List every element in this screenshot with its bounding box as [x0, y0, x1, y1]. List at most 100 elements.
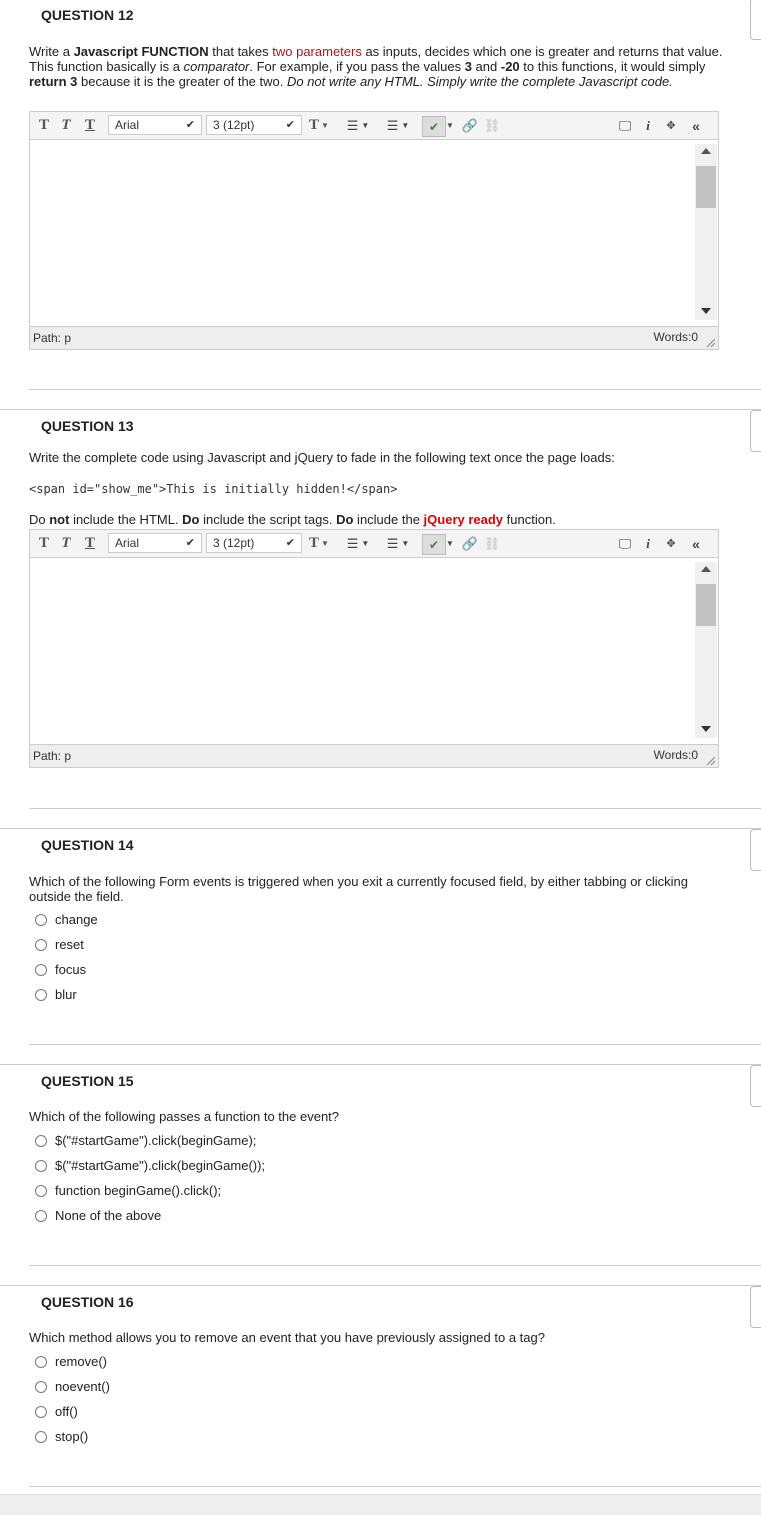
option-label: None of the above [55, 1208, 162, 1223]
option-label: focus [55, 962, 87, 977]
radio-button[interactable] [35, 1430, 47, 1443]
chevron-down-icon: ✔ [285, 119, 295, 131]
option-stop[interactable]: stop() [35, 1429, 88, 1444]
link-icon[interactable]: 🔗 [462, 534, 478, 553]
option-a[interactable]: $("#startGame").click(beginGame); [35, 1133, 256, 1148]
editor-statusbar: Path: p Words:0 [30, 326, 718, 349]
option-label: reset [55, 937, 84, 952]
scroll-down-arrow-icon[interactable] [701, 308, 711, 314]
editor-scrollbar[interactable] [695, 144, 717, 320]
font-family-select[interactable]: Arial ✔ [108, 533, 202, 553]
option-focus[interactable]: focus [35, 962, 86, 977]
radio-button[interactable] [35, 1405, 47, 1418]
option-label: function beginGame().click(); [55, 1183, 222, 1198]
scroll-thumb[interactable] [696, 166, 716, 208]
radio-button[interactable] [35, 1380, 47, 1393]
divider [29, 1044, 761, 1045]
font-family-value: Arial [115, 536, 140, 550]
italic-icon[interactable]: T [58, 534, 74, 553]
unlink-icon[interactable]: ⛓ [482, 116, 502, 135]
numbered-list-icon[interactable]: ☰ ▼ [384, 116, 412, 135]
font-size-value: 3 (12pt) [213, 118, 255, 132]
points-box-q14 [750, 829, 761, 871]
font-size-value: 3 (12pt) [213, 536, 255, 550]
divider [29, 1486, 761, 1487]
fullscreen-icon[interactable]: ✥ [662, 534, 680, 553]
radio-button[interactable] [35, 1209, 47, 1222]
scroll-down-arrow-icon[interactable] [701, 726, 711, 732]
bold-icon[interactable]: T [36, 116, 52, 135]
option-b[interactable]: $("#startGame").click(beginGame()); [35, 1158, 265, 1173]
word-count: Words:0 [653, 748, 698, 762]
option-off[interactable]: off() [35, 1404, 78, 1419]
option-reset[interactable]: reset [35, 937, 84, 952]
collapse-icon[interactable]: « [688, 534, 704, 553]
editor-toolbar: T T T Arial ✔ 3 (12pt) ✔ T ▼ ☰ ▼ ☰ ▼ ✔ ▼ 🔗 ⛓ … [30, 112, 718, 140]
question-text: Which of the following Form events is tr… [29, 874, 688, 904]
link-icon[interactable]: 🔗 [462, 116, 478, 135]
answer-textarea[interactable] [30, 140, 718, 326]
preview-icon[interactable]: 🖵 [616, 534, 634, 553]
spellcheck-icon[interactable]: ✔ [422, 116, 446, 137]
resize-grip-icon[interactable] [707, 339, 715, 347]
spellcheck-dropdown-icon[interactable]: ▼ [446, 534, 454, 553]
chevron-down-icon: ✔ [185, 537, 195, 549]
underline-icon[interactable]: T [82, 116, 98, 135]
radio-button[interactable] [35, 913, 47, 926]
radio-button[interactable] [35, 1355, 47, 1368]
option-remove[interactable]: remove() [35, 1354, 107, 1369]
question-text: Which of the following passes a function… [29, 1109, 340, 1124]
spellcheck-icon[interactable]: ✔ [422, 534, 446, 555]
option-label: blur [55, 987, 77, 1002]
option-label: noevent() [55, 1379, 110, 1394]
option-blur[interactable]: blur [35, 987, 77, 1002]
radio-button[interactable] [35, 1134, 47, 1147]
italic-icon[interactable]: T [58, 116, 74, 135]
radio-button[interactable] [35, 988, 47, 1001]
question-text: Which method allows you to remove an eve… [29, 1330, 545, 1345]
scroll-up-arrow-icon[interactable] [701, 148, 711, 154]
preview-icon[interactable]: 🖵 [616, 116, 634, 135]
info-icon[interactable]: i [642, 534, 654, 553]
option-label: off() [55, 1404, 78, 1419]
text-color-icon[interactable]: T ▼ [308, 116, 330, 135]
font-size-select[interactable]: 3 (12pt) ✔ [206, 115, 302, 135]
text-color-icon[interactable]: T ▼ [308, 534, 330, 553]
scroll-up-arrow-icon[interactable] [701, 566, 711, 572]
info-icon[interactable]: i [642, 116, 654, 135]
bullet-list-icon[interactable]: ☰ ▼ [344, 534, 372, 553]
unlink-icon[interactable]: ⛓ [482, 534, 502, 553]
underline-icon[interactable]: T [82, 534, 98, 553]
editor-scrollbar[interactable] [695, 562, 717, 738]
answer-textarea[interactable] [30, 558, 718, 744]
radio-button[interactable] [35, 1159, 47, 1172]
font-size-select[interactable]: 3 (12pt) ✔ [206, 533, 302, 553]
option-noevent[interactable]: noevent() [35, 1379, 110, 1394]
question-instructions: Do not include the HTML. Do include the … [29, 512, 556, 527]
path-label: Path: p [33, 749, 72, 763]
option-d[interactable]: None of the above [35, 1208, 161, 1223]
spellcheck-dropdown-icon[interactable]: ▼ [446, 116, 454, 135]
collapse-icon[interactable]: « [688, 116, 704, 135]
divider [29, 389, 761, 390]
option-c[interactable]: function beginGame().click(); [35, 1183, 221, 1198]
question-title: QUESTION 13 [41, 418, 134, 434]
bold-icon[interactable]: T [36, 534, 52, 553]
radio-button[interactable] [35, 938, 47, 951]
font-family-select[interactable]: Arial ✔ [108, 115, 202, 135]
fullscreen-icon[interactable]: ✥ [662, 116, 680, 135]
option-label: remove() [55, 1354, 108, 1369]
scroll-thumb[interactable] [696, 584, 716, 626]
radio-button[interactable] [35, 1184, 47, 1197]
divider [29, 808, 761, 809]
radio-button[interactable] [35, 963, 47, 976]
question-title: QUESTION 15 [41, 1073, 134, 1089]
question-title: QUESTION 14 [41, 837, 134, 853]
numbered-list-icon[interactable]: ☰ ▼ [384, 534, 412, 553]
option-change[interactable]: change [35, 912, 98, 927]
resize-grip-icon[interactable] [707, 757, 715, 765]
bullet-list-icon[interactable]: ☰ ▼ [344, 116, 372, 135]
question-title: QUESTION 12 [41, 7, 134, 23]
answer-editor-q12: T T T Arial ✔ 3 (12pt) ✔ T ▼ ☰ ▼ ☰ ▼ ✔ ▼ 🔗 ⛓ … [29, 111, 719, 350]
points-box-q13 [750, 410, 761, 452]
